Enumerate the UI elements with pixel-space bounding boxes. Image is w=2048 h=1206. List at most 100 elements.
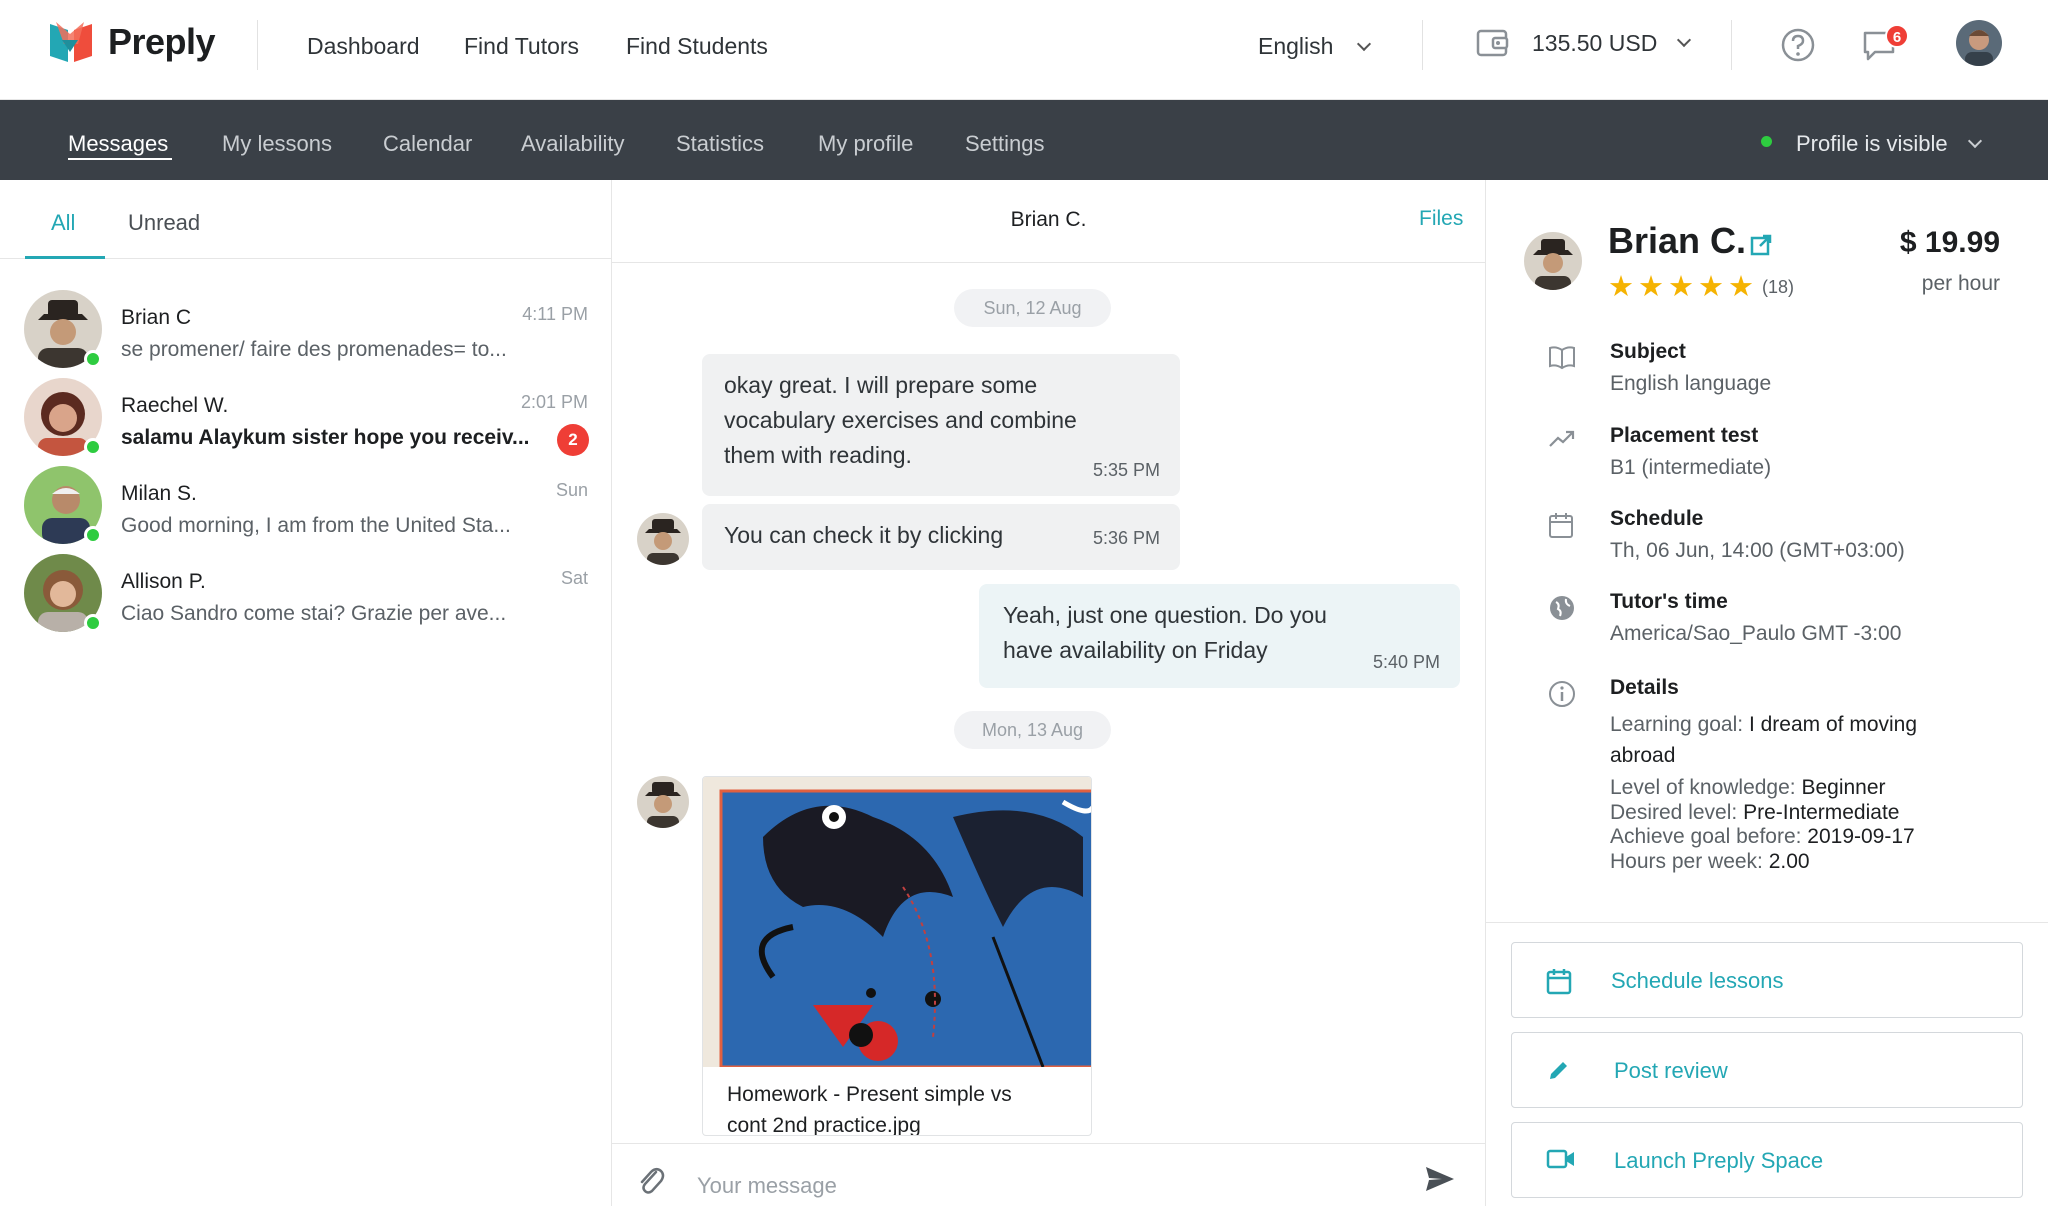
book-icon [1549,346,1575,370]
post-review-label: Post review [1614,1058,1728,1083]
conversation-time: 4:11 PM [522,304,588,324]
conversation-preview: Ciao Sandro come stai? Grazie per ave... [121,602,507,625]
tab-statistics[interactable]: Statistics [676,131,764,157]
message-text-line: okay great. I will prepare some [724,372,1038,398]
trending-up-icon [1549,430,1575,447]
pencil-icon [1550,1062,1567,1079]
balance-selector[interactable]: 135.50 USD [1476,28,1692,58]
conversation-preview: salamu Alaykum sister hope you receiv... [121,426,530,449]
tab-messages[interactable]: Messages [68,131,168,157]
visibility-label: Profile is visible [1796,131,1948,156]
active-filter-underline [25,256,105,259]
message-bubble: You can check it by clicking 5:36 PM [702,504,1180,570]
divider [1486,922,2048,923]
tab-availability[interactable]: Availability [521,131,625,157]
divider [1731,20,1732,70]
launch-preply-space-button[interactable]: Launch Preply Space [1511,1122,2023,1198]
message-input[interactable] [697,1166,1347,1206]
online-indicator [84,614,102,632]
calendar-icon [1546,969,1572,995]
filter-tab-all[interactable]: All [51,210,75,236]
image-attachment[interactable]: Homework - Present simple vs cont 2nd pr… [702,776,1092,1136]
message-time: 5:40 PM [1372,652,1440,672]
balance-amount: 135.50 USD [1532,29,1658,56]
nav-find-tutors[interactable]: Find Tutors [464,33,579,60]
profile-visibility-toggle[interactable]: Profile is visible [1796,131,1982,157]
tutor-avatar [1524,232,1582,290]
star-icon: ★ [1728,271,1754,303]
placement-label: Placement test [1610,424,1759,447]
star-icon: ★ [1698,271,1724,303]
hours-key: Hours per week: [1610,850,1769,873]
subject-label: Subject [1610,340,1686,363]
tab-calendar[interactable]: Calendar [383,131,472,157]
message-text-line: have availability on Friday [1003,637,1268,663]
launch-space-label: Launch Preply Space [1614,1148,1824,1173]
subject-value: English language [1610,372,1772,395]
message-bubble: okay great. I will prepare some vocabula… [702,354,1180,496]
star-icon: ★ [1608,271,1634,303]
conversation-name: Brian C [121,306,192,329]
divider [612,1143,1485,1144]
attachment-image [703,777,1091,1067]
tutor-avatar [637,776,689,828]
help-icon[interactable] [1780,27,1816,63]
tab-settings[interactable]: Settings [965,131,1045,157]
brand-name: Preply [108,21,216,62]
tutor-name: Brian C. [1608,220,1747,261]
divider [257,20,258,70]
post-review-button[interactable]: Post review [1511,1032,2023,1108]
conversation-list-panel: All Unread Brian C 4:11 PM se promener/ … [0,180,612,1206]
conversation-preview: se promener/ faire des promenades= to... [121,338,507,361]
conversation-name: Raechel W. [121,394,229,417]
nav-find-students[interactable]: Find Students [626,33,768,60]
message-text-line: Yeah, just one question. Do you [1003,602,1327,628]
price-unit: per hour [1921,272,2000,295]
wallet-icon [1476,29,1509,57]
review-count: (18) [1762,276,1795,297]
external-link-icon[interactable] [1749,233,1773,257]
message-time: 5:35 PM [1092,460,1160,480]
star-icon: ★ [1638,271,1664,303]
rating: ★ ★ ★ ★ ★ (18) [1608,272,1794,302]
video-camera-icon [1546,1149,1574,1169]
tutor-time-value: America/Sao_Paulo GMT -3:00 [1610,622,1902,645]
conversation-preview: Good morning, I am from the United Sta..… [121,514,511,537]
message-bubble: Yeah, just one question. Do you have ava… [979,584,1460,688]
tab-my-profile[interactable]: My profile [818,131,913,157]
language-selector[interactable]: English [1258,33,1372,60]
user-avatar[interactable] [1956,20,2002,66]
learning-goal-key: Learning goal: [1610,713,1749,736]
deadline-value: 2019-09-17 [1807,825,1915,848]
active-tab-underline [68,158,172,160]
send-icon[interactable] [1424,1163,1456,1195]
preply-logo-icon [50,22,92,62]
divider [1422,20,1423,70]
hours-value: 2.00 [1768,850,1810,873]
deadline-key: Achieve goal before: [1610,825,1808,848]
date-separator: Mon, 13 Aug [954,711,1111,749]
message-time: 5:36 PM [1092,528,1160,548]
conversation-time: Sun [555,480,588,500]
level-value: Beginner [1801,776,1886,799]
info-icon [1549,681,1575,707]
chevron-down-icon [1677,32,1692,48]
filter-tab-unread[interactable]: Unread [128,210,200,236]
attachment-filename-line: cont 2nd practice.jpg [727,1114,921,1136]
schedule-lessons-button[interactable]: Schedule lessons [1511,942,2023,1018]
chevron-down-icon [1357,36,1372,51]
tutor-info-panel: Brian C. ★ ★ ★ ★ ★ (18) $ 19.99 per hour… [1485,180,2048,1206]
tutor-time-label: Tutor's time [1610,590,1728,613]
schedule-lessons-label: Schedule lessons [1611,968,1784,993]
nav-dashboard[interactable]: Dashboard [307,33,420,60]
tab-my-lessons[interactable]: My lessons [222,131,332,157]
date-separator: Sun, 12 Aug [954,289,1111,327]
files-link[interactable]: Files [1419,207,1463,231]
placement-value: B1 (intermediate) [1610,456,1772,479]
language-label: English [1258,33,1334,59]
conversation-name: Allison P. [121,570,206,593]
attach-icon[interactable] [636,1164,666,1198]
hours-per-week: Hours per week: 2.00 [1610,846,1970,877]
preply-logo[interactable]: Preply [48,20,216,64]
conversation-item[interactable]: Allison P. Sat Ciao Sandro come stai? Gr… [0,536,612,651]
